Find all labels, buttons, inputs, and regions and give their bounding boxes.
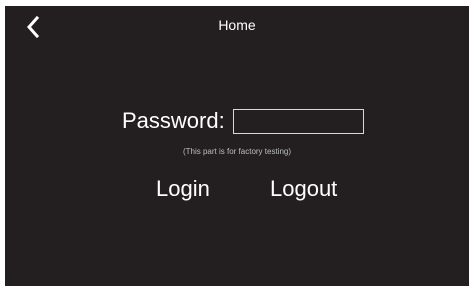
- logout-button[interactable]: Logout: [270, 176, 337, 202]
- password-row: Password:: [122, 107, 364, 135]
- login-button[interactable]: Login: [156, 176, 210, 202]
- home-screen: Home Password: (This part is for factory…: [5, 6, 469, 286]
- page-title: Home: [218, 17, 256, 33]
- password-label: Password:: [122, 108, 225, 133]
- password-input[interactable]: [232, 108, 364, 134]
- factory-testing-note: (This part is for factory testing): [182, 147, 292, 156]
